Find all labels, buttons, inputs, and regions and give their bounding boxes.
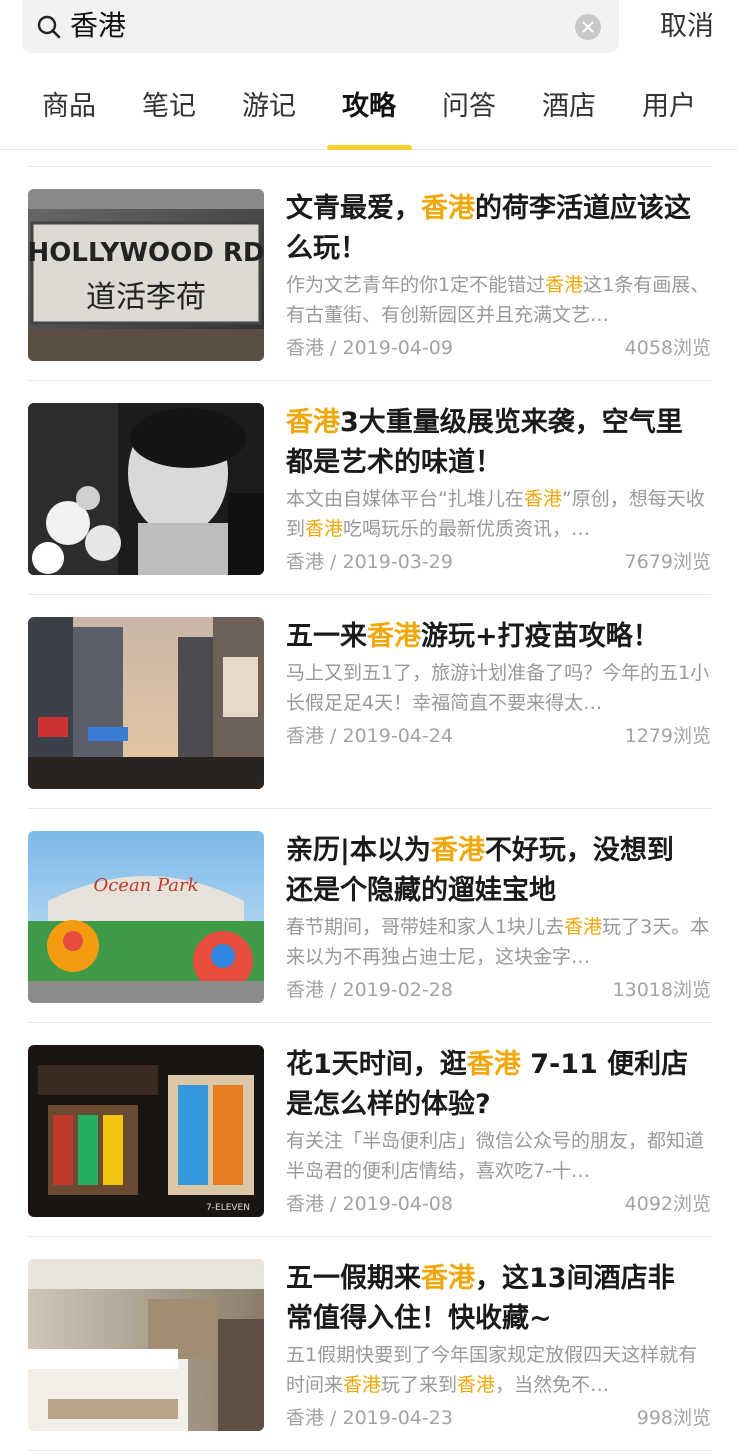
- store-sign: 7-ELEVEN: [206, 1203, 250, 1213]
- article-summary: 马上又到五1了，旅游计划准备了吗？今年的五1小长假足足4天！幸福简直不要来得太…: [286, 662, 710, 714]
- article-thumbnail[interactable]: [28, 617, 264, 789]
- tab-users[interactable]: 用户: [624, 87, 714, 127]
- article-summary: 有关注「半岛便利店」微信公众号的朋友，都知道半岛君的便利店情结，喜欢吃7-十…: [286, 1130, 705, 1182]
- article-thumbnail[interactable]: [28, 1259, 264, 1431]
- tab-travelogues[interactable]: 游记: [224, 87, 314, 127]
- article-meta: 香港 / 2019-04-24 1279浏览: [286, 725, 711, 747]
- cancel-button[interactable]: 取消: [660, 8, 714, 46]
- search-icon: [37, 15, 61, 39]
- article-meta: 香港 / 2019-04-23 998浏览: [286, 1407, 711, 1429]
- article-meta: 香港 / 2019-02-28 13018浏览: [286, 979, 711, 1001]
- article-thumbnail[interactable]: HOLLYWOOD RD 道活李荷: [28, 189, 264, 361]
- tab-goods[interactable]: 商品: [24, 87, 114, 127]
- article-meta: 香港 / 2019-03-29 7679浏览: [286, 551, 711, 573]
- park-sign: Ocean Park: [93, 875, 198, 896]
- tab-hotels[interactable]: 酒店: [524, 87, 614, 127]
- street-sign-chinese: 道活李荷: [86, 280, 206, 315]
- tab-bar: 商品 笔记 游记 攻略 问答 酒店 用户: [0, 75, 739, 150]
- view-count: 4092浏览: [624, 1193, 711, 1215]
- article-card[interactable]: 7-ELEVEN 花1天时间，逛香港 7-11 便利店是怎么样的体验? 有关注「…: [28, 1023, 711, 1237]
- article-title[interactable]: 文青最爱，香港的荷李活道应该这么玩！: [286, 189, 696, 269]
- article-card[interactable]: 香港3大重量级展览来袭，空气里都是艺术的味道！ 本文由自媒体平台“扎堆儿在香港”…: [28, 381, 711, 595]
- article-card[interactable]: 五一假期来香港，这13间酒店非常值得入住！快收藏~ 五1假期快要到了今年国家规定…: [28, 1237, 711, 1451]
- tab-guides[interactable]: 攻略: [324, 87, 414, 127]
- article-summary: 作为文艺青年的你1定不能错过香港这1条有画展、有古董街、有创新园区并且充满文艺…: [286, 274, 710, 326]
- view-count: 13018浏览: [612, 979, 711, 1001]
- view-count: 4058浏览: [624, 337, 711, 359]
- active-tab-indicator: [327, 145, 412, 150]
- article-thumbnail[interactable]: 7-ELEVEN: [28, 1045, 264, 1217]
- tab-qa[interactable]: 问答: [424, 87, 514, 127]
- article-card[interactable]: 五一来香港游玩+打疫苗攻略！ 马上又到五1了，旅游计划准备了吗？今年的五1小长假…: [28, 595, 711, 809]
- article-summary: 春节期间，哥带娃和家人1块儿去香港玩了3天。本来以为不再独占迪士尼，这块金字…: [286, 916, 710, 968]
- article-card[interactable]: Ocean Park 亲历|本以为香港不好玩，没想到还是个隐藏的遛娃宝地 春节期…: [28, 809, 711, 1023]
- article-meta: 香港 / 2019-04-09 4058浏览: [286, 337, 711, 359]
- article-summary: 本文由自媒体平台“扎堆儿在香港”原创，想每天收到香港吃喝玩乐的最新优质资讯，…: [286, 488, 705, 540]
- article-summary: 五1假期快要到了今年国家规定放假四天这样就有时间来香港玩了来到香港，当然免不…: [286, 1344, 698, 1396]
- tab-notes[interactable]: 笔记: [124, 87, 214, 127]
- article-card[interactable]: HOLLYWOOD RD 道活李荷 文青最爱，香港的荷李活道应该这么玩！ 作为文…: [28, 167, 711, 381]
- view-count: 1279浏览: [624, 725, 711, 747]
- article-meta: 香港 / 2019-04-08 4092浏览: [286, 1193, 711, 1215]
- search-input[interactable]: 香港: [70, 7, 126, 45]
- article-title[interactable]: 香港3大重量级展览来袭，空气里都是艺术的味道！: [286, 403, 696, 483]
- article-title[interactable]: 五一来香港游玩+打疫苗攻略！: [286, 617, 696, 657]
- search-bar[interactable]: 香港: [22, 0, 619, 53]
- article-title[interactable]: 亲历|本以为香港不好玩，没想到还是个隐藏的遛娃宝地: [286, 831, 696, 911]
- view-count: 7679浏览: [624, 551, 711, 573]
- article-thumbnail[interactable]: [28, 403, 264, 575]
- article-title[interactable]: 花1天时间，逛香港 7-11 便利店是怎么样的体验?: [286, 1045, 696, 1125]
- street-sign-english: HOLLYWOOD RD: [28, 238, 264, 268]
- view-count: 998浏览: [636, 1407, 711, 1429]
- article-thumbnail[interactable]: Ocean Park: [28, 831, 264, 1003]
- clear-icon[interactable]: [575, 14, 601, 40]
- article-title[interactable]: 五一假期来香港，这13间酒店非常值得入住！快收藏~: [286, 1259, 696, 1339]
